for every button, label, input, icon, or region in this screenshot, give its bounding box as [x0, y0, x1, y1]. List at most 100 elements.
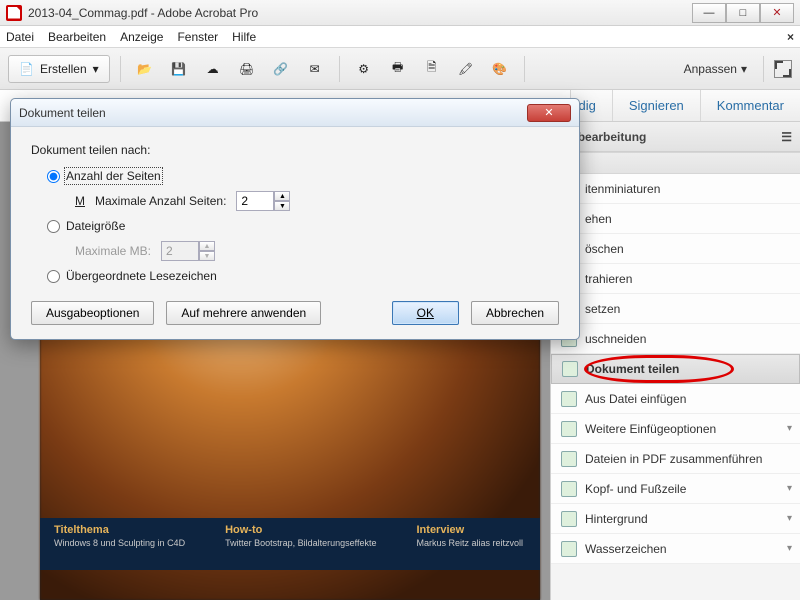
- tool-item[interactable]: Dokument teilen: [551, 354, 800, 384]
- tool-label: Hintergrund: [585, 512, 648, 526]
- gear-button[interactable]: ⚙: [350, 55, 378, 83]
- menu-file[interactable]: Datei: [6, 30, 34, 44]
- max-mb-up: ▲: [199, 241, 215, 251]
- chevron-down-icon: ▾: [787, 513, 792, 524]
- save-icon: 💾: [171, 62, 186, 76]
- colors-button[interactable]: 🎨: [486, 55, 514, 83]
- tool-item[interactable]: trahieren: [551, 264, 800, 294]
- tool-icon: [561, 481, 577, 497]
- footer-col1-head: Titelthema: [54, 524, 185, 536]
- menu-help[interactable]: Hilfe: [232, 30, 256, 44]
- share-icon: 🔗: [273, 62, 288, 76]
- max-mb-down: ▼: [199, 251, 215, 261]
- tool-item[interactable]: Weitere Einfügeoptionen ▾: [551, 414, 800, 444]
- tool-item[interactable]: Dateien in PDF zusammenführen: [551, 444, 800, 474]
- cloud-upload-icon: ☁: [207, 62, 219, 76]
- close-button[interactable]: ✕: [760, 3, 794, 23]
- tools-panel: ▾ sbearbeitung ☰ itenminiaturen ehen ösche…: [550, 122, 800, 600]
- tool-item[interactable]: setzen: [551, 294, 800, 324]
- cloud-button[interactable]: ☁: [199, 55, 227, 83]
- mail-icon: ✉: [310, 62, 320, 76]
- dialog-close-button[interactable]: ✕: [527, 104, 571, 122]
- ok-button[interactable]: OK: [392, 301, 459, 325]
- tab-sign[interactable]: Signieren: [612, 90, 700, 121]
- export-button[interactable]: 🗎: [418, 55, 446, 83]
- ok-label: OK: [417, 306, 434, 320]
- radio-bookmarks-label: Übergeordnete Lesezeichen: [66, 269, 217, 283]
- tool-item[interactable]: uschneiden: [551, 324, 800, 354]
- tools-panel-header[interactable]: ▾ sbearbeitung ☰: [551, 122, 800, 152]
- max-pages-up[interactable]: ▲: [274, 191, 290, 201]
- max-pages-down[interactable]: ▼: [274, 201, 290, 211]
- tool-label: Kopf- und Fußzeile: [585, 482, 686, 496]
- radio-bookmarks[interactable]: Übergeordnete Lesezeichen: [47, 269, 559, 283]
- panel-menu-icon[interactable]: ☰: [781, 130, 792, 144]
- customize-button[interactable]: Anpassen ▾: [678, 62, 753, 76]
- save-button[interactable]: 💾: [165, 55, 193, 83]
- email-button[interactable]: ✉: [301, 55, 329, 83]
- apply-multiple-button[interactable]: Auf mehrere anwenden: [166, 301, 321, 325]
- tool-icon: [562, 361, 578, 377]
- chevron-down-icon: ▾: [787, 543, 792, 554]
- tool-label: öschen: [585, 242, 624, 256]
- highlighter-icon: 🖍: [458, 62, 473, 76]
- radio-filesize-input[interactable]: [47, 220, 60, 233]
- tools-panel-title: sbearbeitung: [571, 130, 646, 144]
- ocr-button[interactable]: 🖶: [384, 55, 412, 83]
- folder-open-icon: 📂: [137, 62, 152, 76]
- radio-filesize[interactable]: Dateigröße: [47, 219, 559, 233]
- tool-item[interactable]: itenminiaturen: [551, 174, 800, 204]
- tool-item[interactable]: Hintergrund ▾: [551, 504, 800, 534]
- create-label: Erstellen: [40, 62, 87, 76]
- tool-label: Dokument teilen: [586, 362, 679, 376]
- output-options-button[interactable]: Ausgabeoptionen: [31, 301, 154, 325]
- chevron-down-icon: ▾: [787, 423, 792, 434]
- highlight-button[interactable]: 🖍: [452, 55, 480, 83]
- tool-label: Aus Datei einfügen: [585, 392, 686, 406]
- menu-window[interactable]: Fenster: [177, 30, 218, 44]
- tool-item[interactable]: ehen: [551, 204, 800, 234]
- window-titlebar: 2013-04_Commag.pdf - Adobe Acrobat Pro —…: [0, 0, 800, 26]
- max-pages-input[interactable]: [236, 191, 274, 211]
- footer-col3-head: Interview: [417, 524, 524, 536]
- tool-item[interactable]: Aus Datei einfügen: [551, 384, 800, 414]
- tool-item[interactable]: Kopf- und Fußzeile▾: [551, 474, 800, 504]
- tool-label: ehen: [585, 212, 612, 226]
- radio-bookmarks-input[interactable]: [47, 270, 60, 283]
- palette-icon: 🎨: [492, 62, 507, 76]
- fullscreen-icon[interactable]: [774, 60, 792, 78]
- footer-col2-head: How-to: [225, 524, 376, 536]
- max-mb-label: Maximale MB:: [75, 244, 151, 258]
- footer-col3-sub: Markus Reitz alias reitzvoll: [417, 538, 524, 548]
- tool-item[interactable]: Wasserzeichen ▾: [551, 534, 800, 564]
- tool-label: uschneiden: [585, 332, 646, 346]
- menubar-close-icon[interactable]: ×: [787, 30, 794, 44]
- create-button[interactable]: 📄 Erstellen ▾: [8, 55, 110, 83]
- radio-pages-input[interactable]: [47, 170, 60, 183]
- open-button[interactable]: 📂: [131, 55, 159, 83]
- create-pdf-icon: 📄: [19, 62, 34, 76]
- cancel-button[interactable]: Abbrechen: [471, 301, 559, 325]
- menu-view[interactable]: Anzeige: [120, 30, 163, 44]
- tool-label: Dateien in PDF zusammenführen: [585, 452, 762, 466]
- tool-label: Wasserzeichen: [585, 542, 667, 556]
- gear-icon: ⚙: [358, 62, 369, 76]
- dialog-prompt: Dokument teilen nach:: [31, 143, 559, 157]
- minimize-button[interactable]: —: [692, 3, 726, 23]
- tool-label: Weitere Einfügeoptionen: [585, 422, 716, 436]
- menubar: Datei Bearbeiten Anzeige Fenster Hilfe ×: [0, 26, 800, 48]
- menu-edit[interactable]: Bearbeiten: [48, 30, 106, 44]
- print-button[interactable]: 🖨: [233, 55, 261, 83]
- share-button[interactable]: 🔗: [267, 55, 295, 83]
- tool-icon: [561, 511, 577, 527]
- footer-col1-sub: Windows 8 und Sculpting in C4D: [54, 538, 185, 548]
- tab-comment[interactable]: Kommentar: [700, 90, 800, 121]
- chevron-down-icon: ▾: [741, 62, 747, 76]
- tool-icon: [561, 451, 577, 467]
- tool-icon: [561, 541, 577, 557]
- radio-pages[interactable]: Anzahl der Seiten: [47, 169, 559, 183]
- main-toolbar: 📄 Erstellen ▾ 📂 💾 ☁ 🖨 🔗 ✉ ⚙ 🖶 🗎 🖍 🎨 Anpa…: [0, 48, 800, 90]
- tool-item[interactable]: öschen: [551, 234, 800, 264]
- maximize-button[interactable]: □: [726, 3, 760, 23]
- dialog-titlebar[interactable]: Dokument teilen ✕: [11, 99, 579, 127]
